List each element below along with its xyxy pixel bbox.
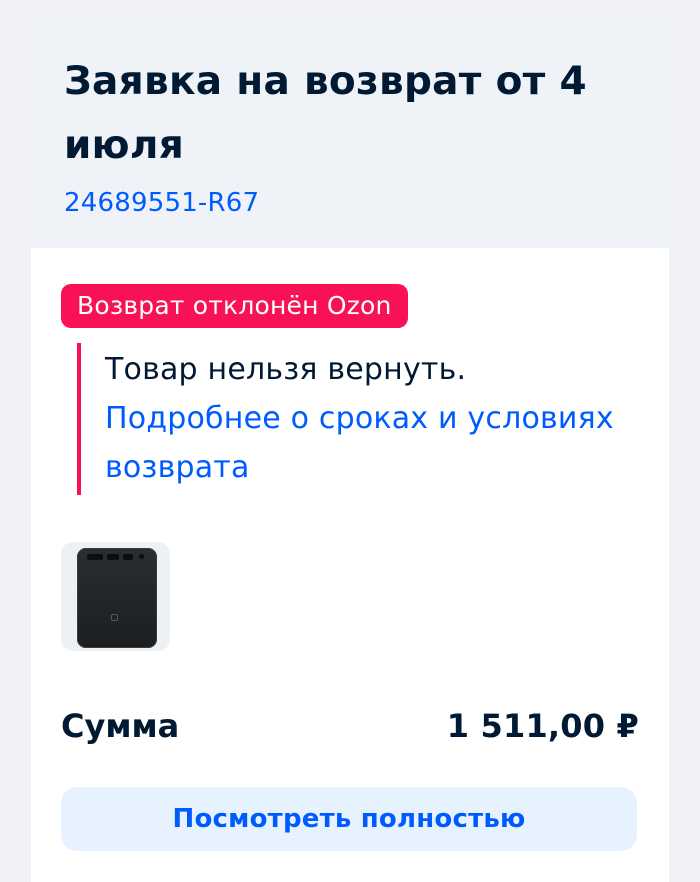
rejection-reason-text: Товар нельзя вернуть. — [105, 352, 467, 387]
usb-port-icon — [87, 554, 103, 560]
power-bank-image — [77, 548, 157, 648]
card-body: Возврат отклонён Ozon Товар нельзя верну… — [31, 248, 669, 851]
sum-label: Сумма — [61, 707, 180, 745]
sum-row: Сумма 1 511,00 ₽ — [61, 707, 639, 745]
power-button-icon — [139, 554, 144, 559]
sum-value: 1 511,00 ₽ — [446, 707, 639, 745]
card-header: Заявка на возврат от 4 июля 24689551-R67 — [31, 16, 669, 248]
return-conditions-link[interactable]: Подробнее о сроках и условиях возврата — [105, 394, 639, 492]
usb-port-icon — [123, 554, 133, 560]
brand-logo-icon — [111, 614, 118, 621]
product-thumbnail[interactable] — [61, 542, 170, 651]
status-badge: Возврат отклонён Ozon — [61, 284, 408, 328]
page-title: Заявка на возврат от 4 июля — [64, 59, 587, 168]
usb-port-icon — [107, 554, 119, 560]
view-full-button[interactable]: Посмотреть полностью — [61, 787, 637, 851]
rejection-reason-block: Товар нельзя вернуть. Подробнее о сроках… — [77, 343, 639, 495]
return-request-card: Заявка на возврат от 4 июля 24689551-R67… — [31, 16, 669, 882]
return-id[interactable]: 24689551-R67 — [64, 188, 633, 218]
